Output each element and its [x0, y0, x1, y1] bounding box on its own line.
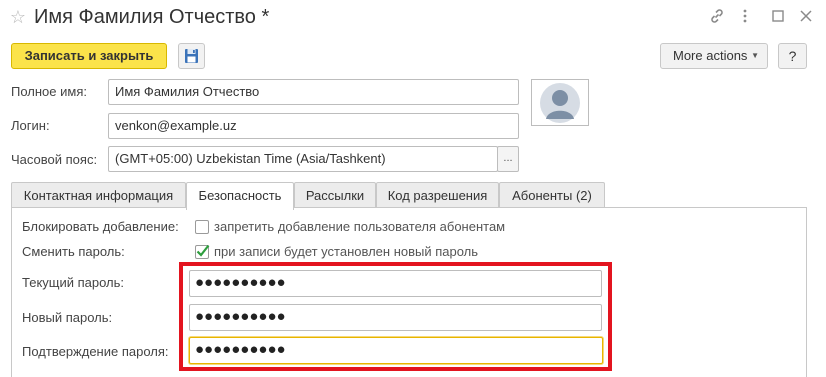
tab-permission-code[interactable]: Код разрешения: [376, 182, 499, 208]
avatar[interactable]: [531, 79, 589, 126]
floppy-disk-icon: [185, 49, 198, 63]
user-silhouette-icon: [540, 83, 580, 123]
login-label: Логин:: [11, 118, 50, 133]
block-adding-label: Блокировать добавление:: [22, 219, 179, 234]
confirm-password-label: Подтверждение пароля:: [22, 344, 169, 359]
timezone-label: Часовой пояс:: [11, 152, 98, 167]
checkmark-icon: [196, 244, 210, 257]
more-actions-button[interactable]: More actions ▼: [660, 43, 768, 69]
change-password-checkbox[interactable]: [195, 244, 210, 259]
more-options-icon[interactable]: [735, 7, 755, 27]
current-password-label: Текущий пароль:: [22, 275, 125, 290]
change-password-label: Сменить пароль:: [22, 244, 125, 259]
save-button[interactable]: [178, 43, 205, 69]
new-password-label: Новый пароль:: [22, 310, 113, 325]
window-title: Имя Фамилия Отчество *: [34, 6, 270, 28]
help-button[interactable]: ?: [778, 43, 807, 69]
full-name-field[interactable]: Имя Фамилия Отчество: [108, 79, 519, 105]
link-icon[interactable]: [707, 7, 727, 27]
save-and-close-button[interactable]: Записать и закрыть: [11, 43, 167, 69]
tab-contact-info[interactable]: Контактная информация: [11, 182, 186, 208]
close-icon[interactable]: [796, 7, 816, 27]
block-adding-checkbox[interactable]: [195, 220, 209, 234]
block-adding-text: запретить добавление пользователя абонен…: [214, 219, 506, 234]
tab-subscribers[interactable]: Абоненты (2): [499, 182, 605, 208]
highlight-frame: [179, 262, 612, 371]
tab-security[interactable]: Безопасность: [186, 182, 294, 210]
timezone-field[interactable]: (GMT+05:00) Uzbekistan Time (Asia/Tashke…: [108, 146, 498, 172]
login-field[interactable]: venkon@example.uz: [108, 113, 519, 139]
timezone-select-button[interactable]: ...: [497, 146, 519, 172]
full-name-label: Полное имя:: [11, 84, 87, 99]
maximize-icon[interactable]: [768, 7, 788, 27]
more-actions-label: More actions: [673, 48, 748, 63]
favorite-star-icon[interactable]: ☆: [8, 7, 28, 27]
tab-mailings[interactable]: Рассылки: [294, 182, 376, 208]
chevron-down-icon: ▼: [751, 51, 759, 60]
change-password-text: при записи будет установлен новый пароль: [214, 244, 479, 259]
